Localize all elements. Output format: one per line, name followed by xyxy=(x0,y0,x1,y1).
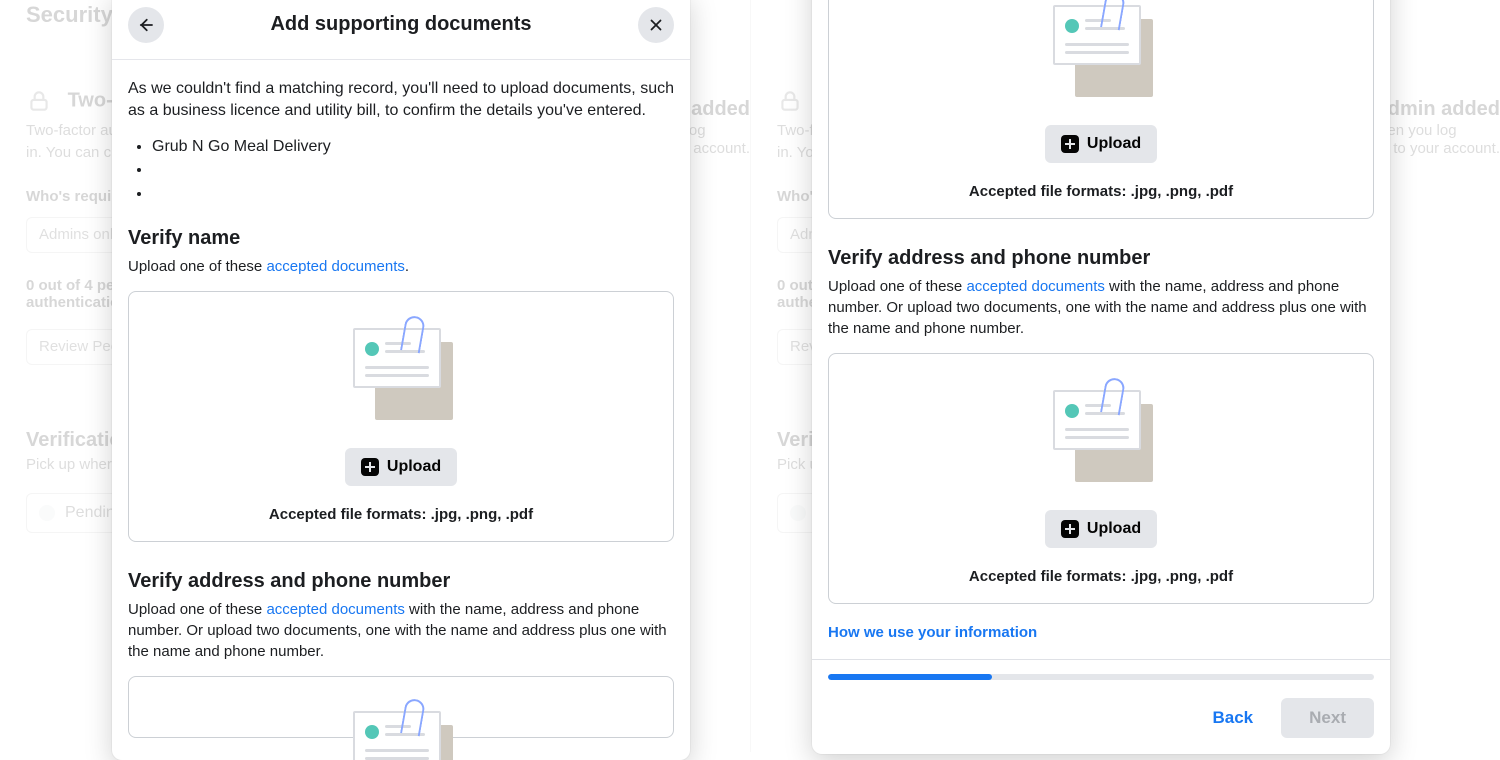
upload-button[interactable]: Upload xyxy=(1045,510,1157,548)
list-item xyxy=(152,182,674,205)
document-illustration-icon xyxy=(1041,0,1161,105)
verify-address-sub: Upload one of these accepted documents w… xyxy=(128,599,674,662)
lock-icon xyxy=(26,88,52,114)
upload-button[interactable]: Upload xyxy=(345,448,457,486)
accepted-formats: Accepted file formats: .jpg, .png, .pdf xyxy=(269,506,533,523)
verify-name-sub: Upload one of these accepted documents. xyxy=(128,256,674,277)
lock-icon xyxy=(777,88,803,114)
verify-name-heading: Verify name xyxy=(128,227,674,250)
close-button[interactable] xyxy=(638,7,674,43)
add-documents-modal-scrolled: Upload Accepted file formats: .jpg, .png… xyxy=(812,0,1390,754)
progress-bar xyxy=(828,674,1374,680)
modal-footer: Back Next xyxy=(812,659,1390,754)
verify-address-heading: Verify address and phone number xyxy=(128,570,674,593)
arrow-left-icon xyxy=(137,16,155,34)
modal-intro: As we couldn't find a matching record, y… xyxy=(128,78,674,121)
modal-header: Add supporting documents xyxy=(112,0,690,60)
modal-body: As we couldn't find a matching record, y… xyxy=(112,60,690,760)
progress-bar-fill xyxy=(828,674,992,680)
upload-label: Upload xyxy=(387,458,441,476)
document-illustration-icon xyxy=(341,322,461,428)
list-item xyxy=(152,158,674,181)
back-icon-button[interactable] xyxy=(128,7,164,43)
upload-card-name[interactable]: Upload Accepted file formats: .jpg, .png… xyxy=(828,0,1374,219)
document-illustration-icon xyxy=(1041,384,1161,490)
modal-body-scrolled: Upload Accepted file formats: .jpg, .png… xyxy=(812,0,1390,659)
upload-card-name[interactable]: Upload Accepted file formats: .jpg, .png… xyxy=(128,291,674,542)
admin-added-heading-r: Admin added xyxy=(1373,98,1500,121)
upload-card-address[interactable]: Upload Accepted file formats: .jpg, .png… xyxy=(828,353,1374,604)
verify-address-sub: Upload one of these accepted documents w… xyxy=(828,276,1374,339)
close-icon xyxy=(647,16,665,34)
modal-title: Add supporting documents xyxy=(270,13,531,36)
upload-label: Upload xyxy=(1087,135,1141,153)
accepted-formats: Accepted file formats: .jpg, .png, .pdf xyxy=(969,568,1233,585)
entered-details-list: Grub N Go Meal Delivery xyxy=(152,135,674,205)
upload-card-address[interactable] xyxy=(128,676,674,738)
next-button[interactable]: Next xyxy=(1281,698,1374,738)
plus-icon xyxy=(1061,135,1079,153)
add-documents-modal: Add supporting documents As we couldn't … xyxy=(112,0,690,760)
accepted-documents-link[interactable]: accepted documents xyxy=(266,258,404,275)
list-item: Grub N Go Meal Delivery xyxy=(152,135,674,158)
upload-label: Upload xyxy=(1087,520,1141,538)
accepted-documents-link[interactable]: accepted documents xyxy=(966,278,1104,295)
accepted-documents-link[interactable]: accepted documents xyxy=(266,601,404,618)
back-button[interactable]: Back xyxy=(1195,698,1272,738)
plus-icon xyxy=(361,458,379,476)
how-we-use-info-link[interactable]: How we use your information xyxy=(828,624,1374,641)
pending-dot-icon xyxy=(39,505,55,521)
plus-icon xyxy=(1061,520,1079,538)
verify-address-heading: Verify address and phone number xyxy=(828,247,1374,270)
accepted-formats: Accepted file formats: .jpg, .png, .pdf xyxy=(969,183,1233,200)
upload-button[interactable]: Upload xyxy=(1045,125,1157,163)
